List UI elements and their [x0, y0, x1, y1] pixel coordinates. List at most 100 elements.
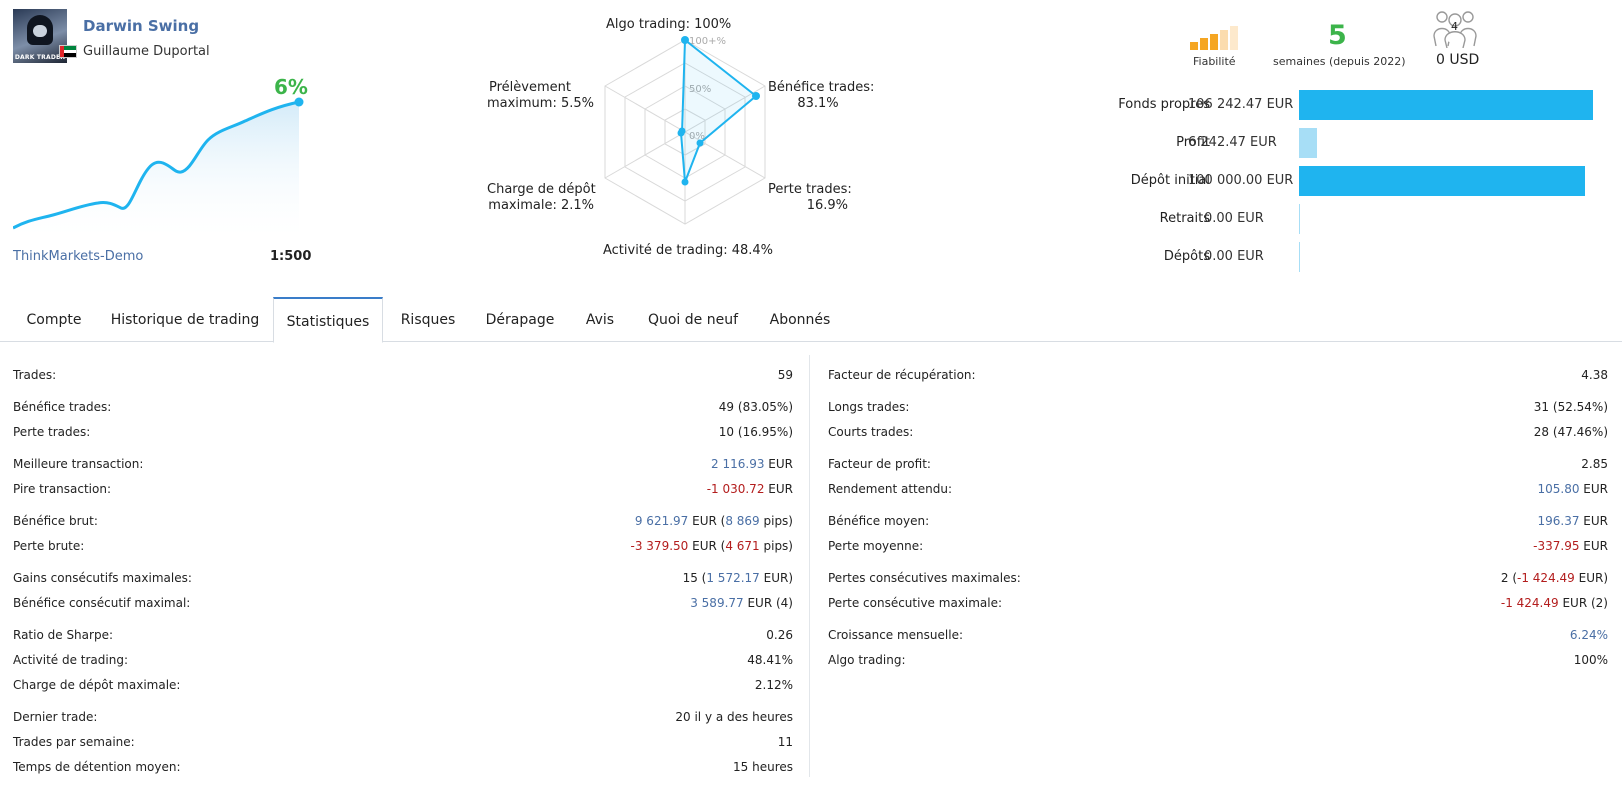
stat-value: 10 (16.95%)	[718, 425, 793, 439]
balance-row-equity: Fonds propres 106 242.47 EUR	[1040, 90, 1620, 120]
stat-row: Pire transaction: -1 030.72 EUR	[13, 479, 793, 499]
stat-value: 105.80 EUR	[1537, 482, 1608, 496]
stat-row: Dernier trade: 20 il y a des heures	[13, 707, 793, 727]
stat-value: 2.85	[1581, 457, 1608, 471]
stat-row: Facteur de récupération: 4.38	[828, 365, 1608, 385]
reliability-bars-icon[interactable]	[1190, 26, 1242, 50]
tab-reviews[interactable]: Avis	[580, 297, 620, 342]
stat-row: Perte trades: 10 (16.95%)	[13, 422, 793, 442]
tab-trading-history[interactable]: Historique de trading	[110, 297, 260, 342]
radar-label-deposit-line2: maximale: 2.1%	[488, 198, 594, 213]
avatar-label: DARK TRADER	[14, 54, 66, 61]
radar-point-algo	[681, 36, 689, 44]
tab-statistics[interactable]: Statistiques	[273, 297, 383, 343]
stat-row: Bénéfice brut: 9 621.97 EUR (8 869 pips)	[13, 511, 793, 531]
stat-row: Algo trading: 100%	[828, 650, 1608, 670]
weeks-label: semaines (depuis 2022)	[1273, 55, 1406, 68]
stat-row: Croissance mensuelle: 6.24%	[828, 625, 1608, 645]
stat-label: Facteur de récupération:	[828, 368, 976, 382]
stat-label: Pertes consécutives maximales:	[828, 571, 1021, 585]
country-flag-icon	[59, 45, 77, 58]
balance-bar-equity	[1299, 90, 1593, 120]
tab-slippage[interactable]: Dérapage	[482, 297, 558, 342]
stat-label: Bénéfice trades:	[13, 400, 112, 414]
stat-value: 20 il y a des heures	[675, 710, 793, 724]
stat-value: -1 424.49 EUR (2)	[1500, 596, 1608, 610]
subscribers-count: 4	[1451, 20, 1458, 33]
stat-label: Activité de trading:	[13, 653, 128, 667]
tab-subscribers[interactable]: Abonnés	[765, 297, 835, 342]
stat-row: Temps de détention moyen: 15 heures	[13, 757, 793, 777]
broker-link[interactable]: ThinkMarkets-Demo	[13, 249, 143, 264]
signal-author[interactable]: Guillaume Duportal	[83, 44, 210, 59]
stat-label: Facteur de profit:	[828, 457, 931, 471]
stat-value: 15 (1 572.17 EUR)	[682, 571, 793, 585]
balance-value: 0.00 EUR	[1204, 249, 1264, 264]
radar-point-profit	[752, 92, 760, 100]
balance-bar-profit	[1299, 128, 1317, 158]
stat-label: Algo trading:	[828, 653, 906, 667]
radar-label-profit-line2: 83.1%	[797, 96, 839, 111]
radar-point-activity	[681, 178, 689, 186]
growth-endpoint	[294, 97, 304, 107]
stat-value: 28 (47.46%)	[1533, 425, 1608, 439]
balance-bar-initial-deposit	[1299, 166, 1585, 196]
radar-point-drawdown	[678, 127, 686, 135]
stat-row: Perte consécutive maximale: -1 424.49 EU…	[828, 593, 1608, 613]
stat-value: -337.95 EUR	[1533, 539, 1608, 553]
stat-row: Trades par semaine: 11	[13, 732, 793, 752]
stat-label: Pire transaction:	[13, 482, 112, 496]
balance-bar-deposits	[1299, 242, 1300, 272]
stat-value: 4.38	[1581, 368, 1608, 382]
stat-row: Perte moyenne: -337.95 EUR	[828, 536, 1608, 556]
stat-value: 2 (-1 424.49 EUR)	[1500, 571, 1608, 585]
radar-label-drawdown: Prélèvement maximum: 5.5%	[480, 80, 594, 112]
stat-row: Perte brute: -3 379.50 EUR (4 671 pips)	[13, 536, 793, 556]
radar-label-loss-line1: Perte trades:	[768, 182, 852, 197]
stat-label: Rendement attendu:	[828, 482, 953, 496]
stat-row: Activité de trading: 48.41%	[13, 650, 793, 670]
radar-label-loss-line2: 16.9%	[806, 198, 848, 213]
subscription-price: 0 USD	[1436, 52, 1480, 68]
stat-label: Ratio de Sharpe:	[13, 628, 113, 642]
balance-value: 6 242.47 EUR	[1188, 135, 1277, 150]
radar-label-deposit: Charge de dépôt maximale: 2.1%	[487, 182, 596, 214]
balance-row-deposits: Dépôts 0.00 EUR	[1040, 242, 1620, 272]
stat-label: Croissance mensuelle:	[828, 628, 963, 642]
stat-value: 6.24%	[1569, 628, 1608, 642]
stat-label: Courts trades:	[828, 425, 914, 439]
tab-news[interactable]: Quoi de neuf	[647, 297, 739, 342]
stat-value: 100%	[1573, 653, 1608, 667]
radar-label-drawdown-line1: Prélèvement	[489, 80, 571, 95]
stat-label: Meilleure transaction:	[13, 457, 144, 471]
tab-risks[interactable]: Risques	[398, 297, 458, 342]
stat-label: Bénéfice consécutif maximal:	[13, 596, 191, 610]
column-divider	[809, 355, 810, 777]
stat-row: Charge de dépôt maximale: 2.12%	[13, 675, 793, 695]
stat-row: Courts trades: 28 (47.46%)	[828, 422, 1608, 442]
balance-value: 106 242.47 EUR	[1188, 97, 1294, 112]
stat-value: 9 621.97 EUR (8 869 pips)	[634, 514, 793, 528]
stat-row: Rendement attendu: 105.80 EUR	[828, 479, 1608, 499]
stat-label: Perte moyenne:	[828, 539, 924, 553]
stat-row: Facteur de profit: 2.85	[828, 454, 1608, 474]
stat-label: Charge de dépôt maximale:	[13, 678, 181, 692]
stat-value: 3 589.77 EUR (4)	[690, 596, 793, 610]
balance-row-withdrawals: Retraits 0.00 EUR	[1040, 204, 1620, 234]
balance-row-profit: Profit 6 242.47 EUR	[1040, 128, 1620, 158]
avatar[interactable]: DARK TRADER	[13, 9, 67, 63]
stat-row: Bénéfice moyen: 196.37 EUR	[828, 511, 1608, 531]
stat-value: -3 379.50 EUR (4 671 pips)	[630, 539, 793, 553]
stat-label: Trades par semaine:	[13, 735, 135, 749]
stat-value: 59	[777, 368, 793, 382]
radar-label-loss: Perte trades: 16.9%	[768, 182, 852, 214]
stat-row: Bénéfice consécutif maximal: 3 589.77 EU…	[13, 593, 793, 613]
balance-label: Retraits	[1159, 211, 1210, 226]
radar-label-profit-line1: Bénéfice trades:	[768, 80, 875, 95]
tab-account[interactable]: Compte	[13, 297, 95, 342]
stat-value: 2 116.93 EUR	[711, 457, 793, 471]
signal-name[interactable]: Darwin Swing	[83, 17, 199, 35]
balance-bar-withdrawals	[1299, 204, 1300, 234]
avatar-face	[33, 25, 47, 37]
radar-label-profit: Bénéfice trades: 83.1%	[768, 80, 874, 112]
